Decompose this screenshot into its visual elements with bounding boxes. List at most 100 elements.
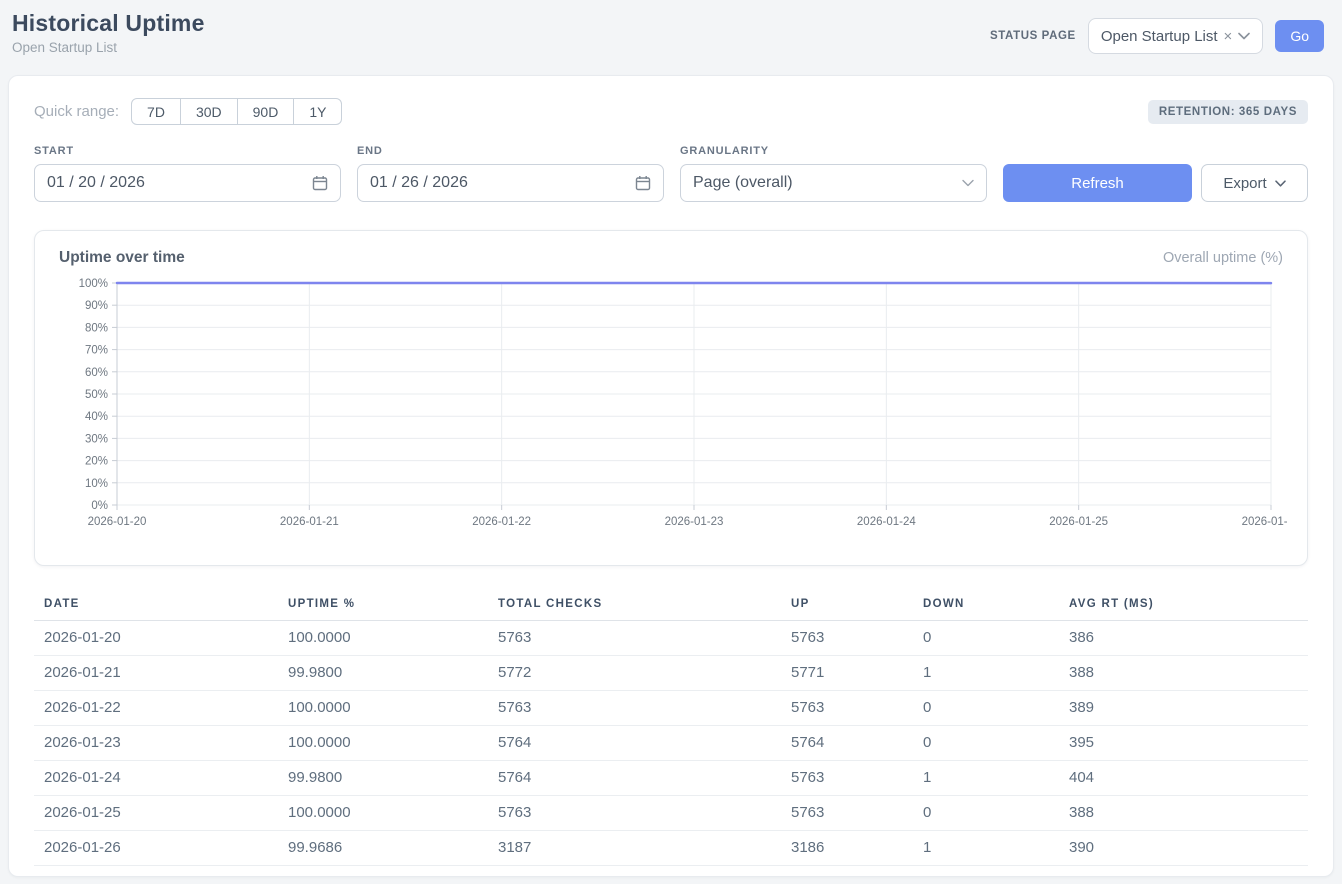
svg-text:30%: 30% bbox=[85, 433, 108, 445]
column-header: DATE bbox=[34, 590, 278, 621]
svg-text:90%: 90% bbox=[85, 300, 108, 312]
toolbar-row: Quick range: 7D30D90D1Y RETENTION: 365 D… bbox=[34, 98, 1308, 125]
title-block: Historical Uptime Open Startup List bbox=[12, 10, 205, 55]
quick-range-30d[interactable]: 30D bbox=[180, 98, 238, 125]
table-header-row: DATEUPTIME %TOTAL CHECKSUPDOWNAVG RT (MS… bbox=[34, 590, 1308, 621]
chevron-down-icon bbox=[1275, 180, 1286, 187]
page-header: Historical Uptime Open Startup List STAT… bbox=[0, 0, 1342, 72]
table-cell: 388 bbox=[1059, 796, 1308, 831]
table-row: 2026-01-2499.9800576457631404 bbox=[34, 761, 1308, 796]
table-cell: 5764 bbox=[488, 726, 781, 761]
table-cell: 0 bbox=[913, 796, 1059, 831]
quick-range-7d[interactable]: 7D bbox=[131, 98, 181, 125]
svg-text:2026-01-23: 2026-01-23 bbox=[665, 516, 724, 528]
table-cell: 2026-01-22 bbox=[34, 691, 278, 726]
svg-text:60%: 60% bbox=[85, 367, 108, 379]
end-date-field: END 01 / 26 / 2026 bbox=[357, 145, 664, 202]
uptime-table: DATEUPTIME %TOTAL CHECKSUPDOWNAVG RT (MS… bbox=[34, 590, 1308, 866]
table-cell: 1 bbox=[913, 656, 1059, 691]
header-right: STATUS PAGE Open Startup List × Go bbox=[990, 18, 1324, 54]
table-cell: 390 bbox=[1059, 831, 1308, 866]
page-subtitle: Open Startup List bbox=[12, 40, 205, 55]
page-title: Historical Uptime bbox=[12, 10, 205, 37]
table-row: 2026-01-2199.9800577257711388 bbox=[34, 656, 1308, 691]
table-cell: 2026-01-26 bbox=[34, 831, 278, 866]
start-date-input[interactable]: 01 / 20 / 2026 bbox=[34, 164, 341, 202]
quick-range-group: Quick range: 7D30D90D1Y bbox=[34, 98, 342, 125]
table-cell: 5763 bbox=[488, 691, 781, 726]
retention-badge: RETENTION: 365 DAYS bbox=[1148, 100, 1308, 124]
svg-text:2026-01-25: 2026-01-25 bbox=[1049, 516, 1108, 528]
quick-range-1y[interactable]: 1Y bbox=[293, 98, 342, 125]
quick-range-buttons: 7D30D90D1Y bbox=[131, 98, 342, 125]
column-header: TOTAL CHECKS bbox=[488, 590, 781, 621]
table-cell: 1 bbox=[913, 761, 1059, 796]
chevron-down-icon bbox=[962, 179, 974, 187]
table-cell: 395 bbox=[1059, 726, 1308, 761]
table-cell: 5764 bbox=[781, 726, 913, 761]
svg-text:2026-01-26: 2026-01-26 bbox=[1242, 516, 1287, 528]
table-cell: 100.0000 bbox=[278, 726, 488, 761]
table-cell: 100.0000 bbox=[278, 796, 488, 831]
go-button[interactable]: Go bbox=[1275, 20, 1324, 52]
status-page-label: STATUS PAGE bbox=[990, 30, 1076, 42]
table-cell: 0 bbox=[913, 621, 1059, 656]
table-cell: 5763 bbox=[781, 796, 913, 831]
granularity-field: GRANULARITY Page (overall) bbox=[680, 145, 987, 202]
chart-header: Uptime over time Overall uptime (%) bbox=[59, 249, 1283, 267]
svg-text:2026-01-21: 2026-01-21 bbox=[280, 516, 339, 528]
table-cell: 99.9800 bbox=[278, 761, 488, 796]
svg-text:0%: 0% bbox=[91, 500, 108, 512]
status-page-select[interactable]: Open Startup List × bbox=[1088, 18, 1264, 54]
status-page-value: Open Startup List bbox=[1101, 28, 1218, 45]
table-cell: 99.9800 bbox=[278, 656, 488, 691]
svg-text:2026-01-22: 2026-01-22 bbox=[472, 516, 531, 528]
export-label: Export bbox=[1223, 175, 1266, 192]
table-cell: 2026-01-24 bbox=[34, 761, 278, 796]
main-card: Quick range: 7D30D90D1Y RETENTION: 365 D… bbox=[8, 75, 1334, 877]
table-cell: 0 bbox=[913, 726, 1059, 761]
table-cell: 388 bbox=[1059, 656, 1308, 691]
table-cell: 99.9686 bbox=[278, 831, 488, 866]
quick-range-90d[interactable]: 90D bbox=[237, 98, 295, 125]
quick-range-label: Quick range: bbox=[34, 103, 119, 120]
clear-selection-icon[interactable]: × bbox=[1224, 29, 1233, 44]
column-header: UP bbox=[781, 590, 913, 621]
svg-text:20%: 20% bbox=[85, 456, 108, 468]
calendar-icon[interactable] bbox=[312, 175, 328, 191]
svg-text:10%: 10% bbox=[85, 478, 108, 490]
granularity-select[interactable]: Page (overall) bbox=[680, 164, 987, 202]
table-row: 2026-01-20100.0000576357630386 bbox=[34, 621, 1308, 656]
table-row: 2026-01-25100.0000576357630388 bbox=[34, 796, 1308, 831]
granularity-value: Page (overall) bbox=[693, 174, 793, 192]
end-date-label: END bbox=[357, 145, 664, 157]
svg-text:40%: 40% bbox=[85, 411, 108, 423]
table-cell: 5763 bbox=[781, 691, 913, 726]
table-cell: 404 bbox=[1059, 761, 1308, 796]
svg-text:70%: 70% bbox=[85, 345, 108, 357]
export-button[interactable]: Export bbox=[1201, 164, 1308, 202]
column-header: UPTIME % bbox=[278, 590, 488, 621]
table-cell: 386 bbox=[1059, 621, 1308, 656]
end-date-value: 01 / 26 / 2026 bbox=[370, 174, 468, 192]
table-cell: 3186 bbox=[781, 831, 913, 866]
table-cell: 5771 bbox=[781, 656, 913, 691]
refresh-button[interactable]: Refresh bbox=[1003, 164, 1192, 202]
svg-text:2026-01-24: 2026-01-24 bbox=[857, 516, 916, 528]
table-cell: 5763 bbox=[781, 621, 913, 656]
svg-text:100%: 100% bbox=[79, 278, 108, 290]
end-date-input[interactable]: 01 / 26 / 2026 bbox=[357, 164, 664, 202]
calendar-icon[interactable] bbox=[635, 175, 651, 191]
table-cell: 5763 bbox=[488, 796, 781, 831]
chart-title: Uptime over time bbox=[59, 249, 185, 267]
start-date-field: START 01 / 20 / 2026 bbox=[34, 145, 341, 202]
granularity-label: GRANULARITY bbox=[680, 145, 987, 157]
filter-form-row: START 01 / 20 / 2026 END 01 / 26 / 2026 … bbox=[34, 145, 1308, 202]
uptime-chart-card: Uptime over time Overall uptime (%) 0% 10… bbox=[34, 230, 1308, 566]
table-cell: 100.0000 bbox=[278, 621, 488, 656]
table-cell: 2026-01-25 bbox=[34, 796, 278, 831]
table-row: 2026-01-23100.0000576457640395 bbox=[34, 726, 1308, 761]
table-cell: 1 bbox=[913, 831, 1059, 866]
table-cell: 5764 bbox=[488, 761, 781, 796]
svg-text:80%: 80% bbox=[85, 322, 108, 334]
